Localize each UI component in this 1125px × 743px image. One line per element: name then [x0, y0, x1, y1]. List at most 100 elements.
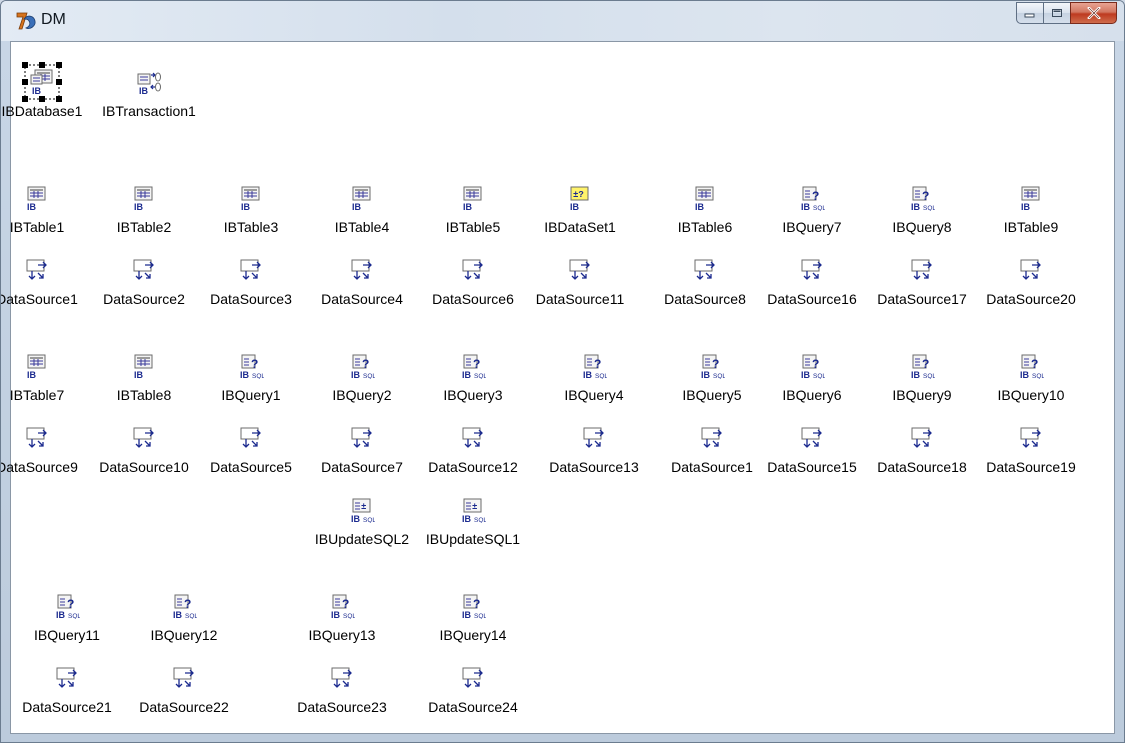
- component-ibquery[interactable]: ? IB SQL IBQuery1: [221, 353, 281, 403]
- svg-text:IB: IB: [801, 202, 811, 211]
- ibtable-icon: IB: [460, 185, 486, 212]
- svg-text:IB: IB: [241, 202, 251, 211]
- component-label: DataSource13: [549, 459, 639, 475]
- component-ibtable[interactable]: IB IBTable6: [678, 185, 732, 235]
- component-datasource[interactable]: DataSource4: [321, 257, 403, 307]
- component-ibquery[interactable]: ? IB SQL IBQuery8: [892, 185, 952, 235]
- component-datasource[interactable]: DataSource13: [549, 425, 639, 475]
- datasource-icon: [699, 425, 725, 451]
- component-label: IBTable9: [1003, 219, 1059, 235]
- component-ibtable[interactable]: IB IBTable8: [117, 353, 171, 403]
- svg-text:±: ±: [472, 502, 477, 512]
- component-datasource[interactable]: DataSource18: [877, 425, 967, 475]
- component-label: IBTable4: [334, 219, 390, 235]
- component-ibupdatesql[interactable]: ± IB SQL IBUpdateSQL2: [315, 497, 409, 547]
- component-ibtable[interactable]: IB IBTable4: [335, 185, 389, 235]
- component-label: IBTable8: [116, 387, 172, 403]
- title-bar[interactable]: DM: [1, 1, 1124, 41]
- component-datasource[interactable]: DataSource17: [877, 257, 967, 307]
- component-ibquery[interactable]: ? IB SQL IBQuery9: [892, 353, 952, 403]
- ibupdatesql-icon: ± IB SQL: [460, 497, 487, 524]
- component-datasource[interactable]: DataSource23: [297, 665, 387, 715]
- component-label: DataSource8: [664, 291, 746, 307]
- svg-text:IB: IB: [462, 514, 472, 523]
- component-ibtransaction[interactable]: IB IBTransaction1: [102, 69, 196, 119]
- ibquery-icon: ? IB SQL: [799, 353, 826, 380]
- component-datasource[interactable]: DataSource16: [767, 257, 857, 307]
- ibquery-icon: ? IB SQL: [54, 593, 81, 620]
- component-datasource[interactable]: DataSource12: [428, 425, 518, 475]
- svg-text:IB: IB: [331, 610, 341, 619]
- svg-text:IB: IB: [1020, 370, 1030, 379]
- component-datasource[interactable]: DataSource9: [1, 425, 78, 475]
- component-ibquery[interactable]: ? IB SQL IBQuery11: [34, 593, 100, 643]
- component-ibtable[interactable]: IB IBTable3: [224, 185, 278, 235]
- component-datasource[interactable]: DataSource3: [210, 257, 292, 307]
- component-label: IBDatabase1: [1, 103, 83, 119]
- component-ibquery[interactable]: ? IB SQL IBQuery4: [564, 353, 624, 403]
- component-label: IBQuery10: [997, 387, 1065, 403]
- svg-text:?: ?: [184, 597, 191, 611]
- component-ibtable[interactable]: IB IBTable5: [446, 185, 500, 235]
- component-ibquery[interactable]: ? IB SQL IBQuery13: [309, 593, 375, 643]
- component-ibquery[interactable]: ? IB SQL IBQuery5: [682, 353, 742, 403]
- close-button[interactable]: [1070, 2, 1117, 24]
- component-datasource[interactable]: DataSource8: [664, 257, 746, 307]
- component-ibquery[interactable]: ? IB SQL IBQuery12: [151, 593, 217, 643]
- component-ibquery[interactable]: ? IB SQL IBQuery14: [440, 593, 506, 643]
- component-ibquery[interactable]: ? IB SQL IBQuery7: [782, 185, 842, 235]
- svg-text:SQL: SQL: [363, 517, 375, 523]
- svg-text:IB: IB: [570, 202, 580, 211]
- component-datasource[interactable]: DataSource5: [210, 425, 292, 475]
- component-label: IBQuery13: [308, 627, 376, 643]
- component-datasource[interactable]: DataSource10: [99, 425, 189, 475]
- datasource-icon: [349, 257, 375, 283]
- minimize-button[interactable]: [1016, 2, 1043, 24]
- component-ibtable[interactable]: IB IBTable9: [1004, 185, 1058, 235]
- ibtable-icon: IB: [238, 185, 264, 212]
- svg-text:SQL: SQL: [923, 205, 935, 211]
- data-module-window: DM IB IBDatabase1 IB IBTransaction1 IB I…: [0, 0, 1125, 743]
- component-datasource[interactable]: DataSource11: [536, 257, 624, 307]
- svg-text:SQL: SQL: [185, 613, 197, 619]
- svg-text:IB: IB: [1021, 202, 1031, 211]
- component-ibquery[interactable]: ? IB SQL IBQuery2: [332, 353, 392, 403]
- svg-text:SQL: SQL: [68, 613, 80, 619]
- datasource-icon: [238, 257, 264, 283]
- component-datasource[interactable]: DataSource22: [139, 665, 229, 715]
- component-label: IBTable7: [9, 387, 65, 403]
- ibtable-icon: IB: [24, 353, 50, 380]
- component-ibquery[interactable]: ? IB SQL IBQuery3: [443, 353, 503, 403]
- component-datasource[interactable]: DataSource1: [1, 257, 78, 307]
- component-datasource[interactable]: DataSource19: [986, 425, 1076, 475]
- selection-handles[interactable]: [22, 62, 62, 107]
- component-label: DataSource20: [986, 291, 1076, 307]
- maximize-button[interactable]: [1043, 2, 1070, 24]
- datasource-icon: [909, 257, 935, 283]
- component-ibtable[interactable]: IB IBTable1: [10, 185, 64, 235]
- component-datasource[interactable]: DataSource24: [428, 665, 518, 715]
- component-ibtable[interactable]: IB IBTable7: [10, 353, 64, 403]
- component-datasource[interactable]: DataSource21: [22, 665, 112, 715]
- component-ibdataset[interactable]: ±? IB IBDataSet1: [544, 185, 616, 235]
- component-datasource[interactable]: DataSource2: [103, 257, 185, 307]
- svg-text:SQL: SQL: [813, 373, 825, 379]
- datasource-icon: [692, 257, 718, 283]
- component-ibquery[interactable]: ? IB SQL IBQuery10: [998, 353, 1064, 403]
- component-datasource[interactable]: DataSource20: [986, 257, 1076, 307]
- component-ibquery[interactable]: ? IB SQL IBQuery6: [782, 353, 842, 403]
- component-datasource[interactable]: DataSource7: [321, 425, 403, 475]
- component-label: IBUpdateSQL2: [314, 531, 410, 547]
- component-datasource[interactable]: DataSource6: [432, 257, 514, 307]
- datasource-icon: [54, 665, 80, 691]
- component-datasource[interactable]: DataSource1: [671, 425, 753, 475]
- component-label: DataSource6: [432, 291, 514, 307]
- delphi-icon[interactable]: [15, 10, 37, 32]
- component-datasource[interactable]: DataSource15: [767, 425, 857, 475]
- component-ibtable[interactable]: IB IBTable2: [117, 185, 171, 235]
- ibquery-icon: ? IB SQL: [349, 353, 376, 380]
- component-ibdatabase[interactable]: IB IBDatabase1: [2, 62, 82, 119]
- data-module-surface[interactable]: IB IBDatabase1 IB IBTransaction1 IB IBTabl…: [1, 41, 1115, 734]
- window-title: DM: [41, 11, 66, 28]
- component-ibupdatesql[interactable]: ± IB SQL IBUpdateSQL1: [426, 497, 520, 547]
